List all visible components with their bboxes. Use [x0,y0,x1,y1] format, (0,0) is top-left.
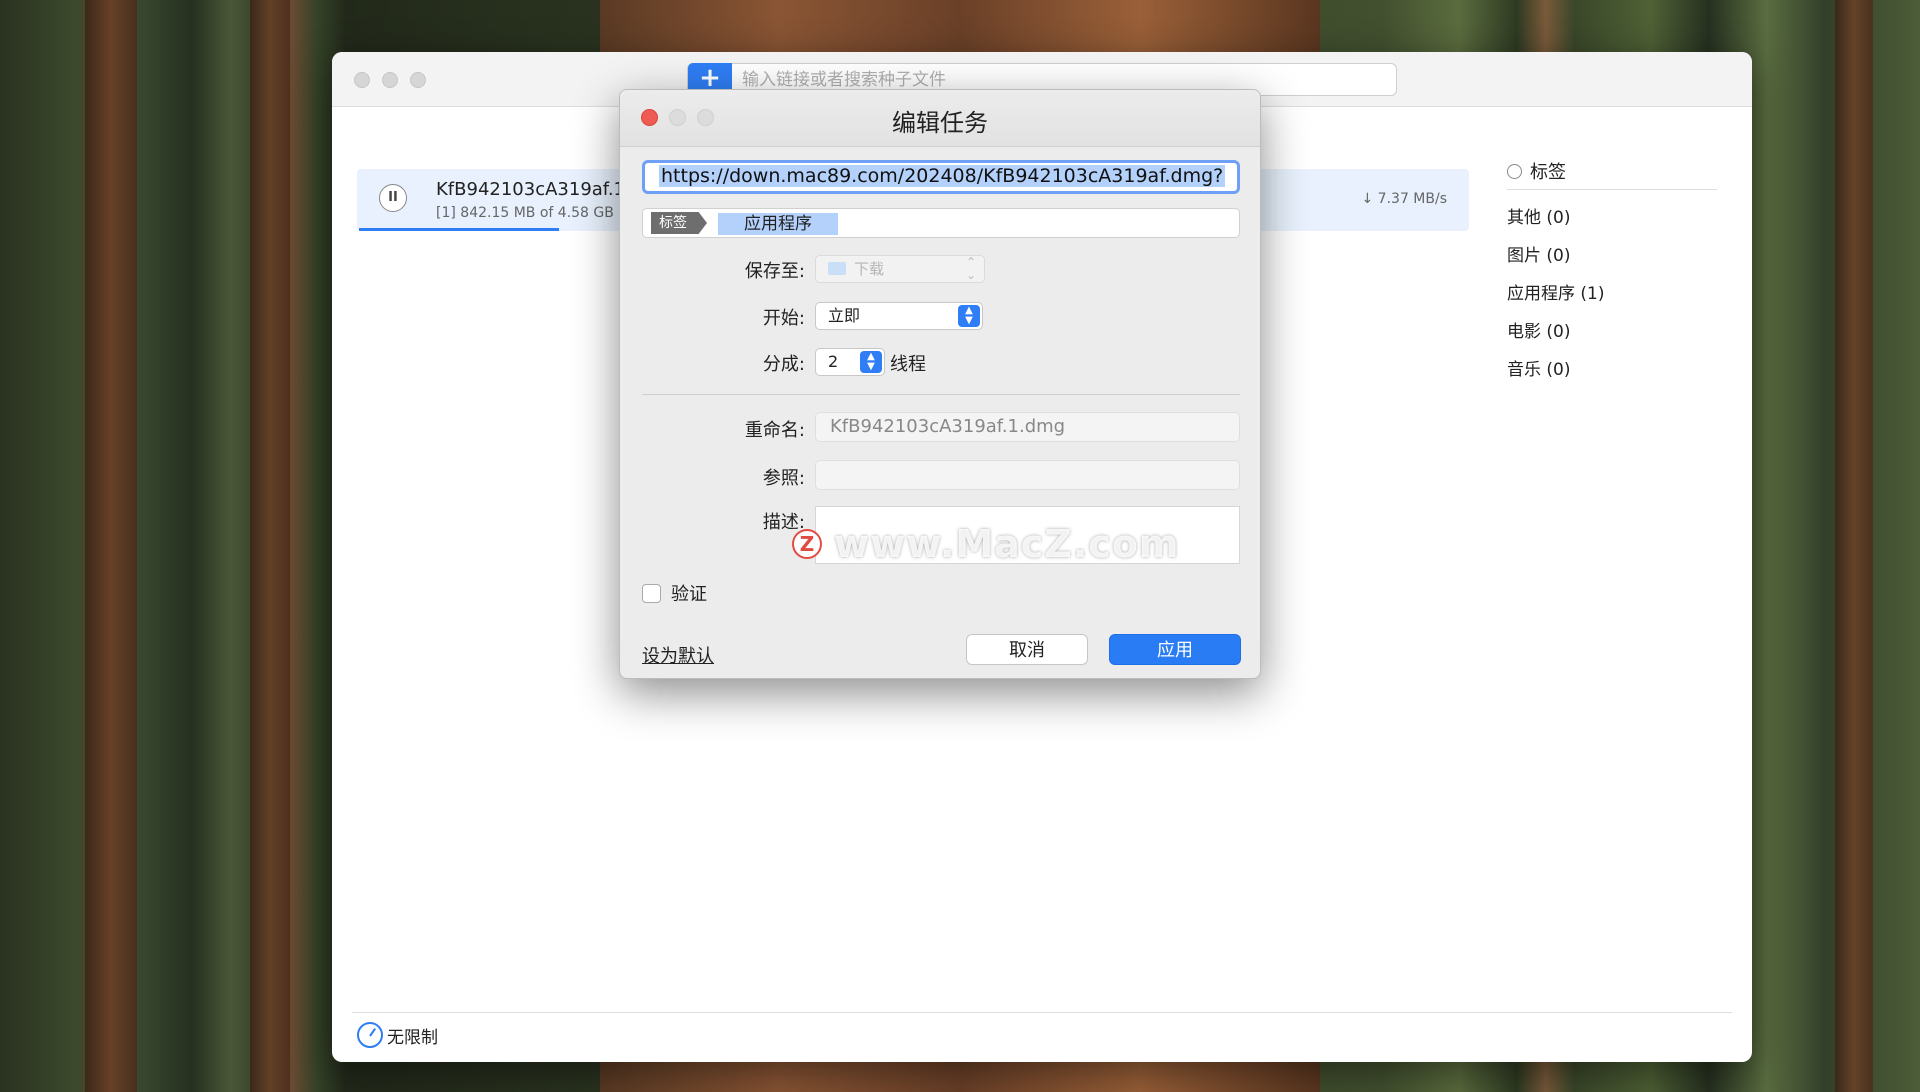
tags-header-label: 标签 [1530,162,1566,183]
save-to-value: 下载 [854,260,885,278]
tags-header[interactable]: 标签 [1507,158,1717,190]
edit-task-dialog: 编辑任务 https://down.mac89.com/202408/KfB94… [619,89,1261,679]
tag-item-applications[interactable]: 应用程序 (1) [1507,279,1717,304]
watermark-logo-icon: Z [792,529,822,559]
save-to-label: 保存至: [744,261,805,282]
watermark-text: www.MacZ.com [834,522,1180,566]
tag-token[interactable]: 应用程序 [718,213,838,235]
apply-button[interactable]: 应用 [1109,634,1241,665]
reference-input[interactable] [815,460,1240,490]
background-tree [1835,0,1873,1092]
background-tree [85,0,137,1092]
tag-item-movies[interactable]: 电影 (0) [1507,317,1717,342]
description-label: 描述: [762,512,805,533]
set-default-link[interactable]: 设为默认 [642,642,714,668]
start-select[interactable]: 立即 ▲ ▼ [815,302,983,330]
cancel-button[interactable]: 取消 [966,634,1088,665]
thread-suffix: 线程 [890,354,926,375]
tag-item-other[interactable]: 其他 (0) [1507,203,1717,228]
background-trunk [600,1060,1320,1092]
window-close-button[interactable] [354,72,370,88]
pause-button[interactable]: II [379,184,407,212]
url-text: https://down.mac89.com/202408/KfB942103c… [659,165,1226,187]
start-label: 开始: [762,308,805,329]
rename-label: 重命名: [744,420,805,441]
window-zoom-button[interactable] [410,72,426,88]
verify-row[interactable]: 验证 [642,580,707,606]
save-to-select: 下载 ⌃ ⌄ [815,255,985,283]
start-value: 立即 [828,306,861,325]
url-input[interactable]: https://down.mac89.com/202408/KfB942103c… [642,160,1240,194]
tag-item-music[interactable]: 音乐 (0) [1507,355,1717,380]
download-progress-bar [359,228,560,231]
dialog-titlebar: 编辑任务 [620,90,1260,147]
select-arrows-icon: ▲ ▼ [958,305,980,327]
tags-radio-icon[interactable] [1507,163,1522,179]
tags-panel: 标签 其他 (0) 图片 (0) 应用程序 (1) 电影 (0) 音乐 (0) [1507,158,1717,380]
folder-icon [828,262,846,275]
rename-input[interactable]: KfB942103cA319af.1.dmg [815,412,1240,442]
stepper-arrows-icon[interactable]: ▲ ▼ [860,351,882,373]
split-label: 分成: [762,354,805,375]
dialog-title: 编辑任务 [892,109,988,137]
download-speed: ↓ 7.37 MB/s [1361,191,1448,207]
download-info: [1] 842.15 MB of 4.58 GB [436,205,614,221]
bottom-divider [352,1012,1732,1013]
background-trunk [600,0,1320,60]
reference-label: 参照: [762,468,805,489]
tag-item-pictures[interactable]: 图片 (0) [1507,241,1717,266]
thread-count-value: 2 [828,352,839,371]
tag-chip-label: 标签 [651,212,707,234]
background-tree [250,0,290,1092]
speed-limit-control[interactable]: 无限制 [357,1022,438,1048]
download-name: KfB942103cA319af.1 [436,179,625,200]
thread-count-stepper[interactable]: 2 ▲ ▼ [815,348,885,376]
speed-limit-label: 无限制 [387,1027,438,1048]
window-minimize-button[interactable] [382,72,398,88]
verify-checkbox[interactable] [642,583,661,603]
speedometer-icon [357,1022,383,1048]
tag-field[interactable]: 标签 应用程序 [642,208,1240,238]
verify-label: 验证 [671,584,707,605]
select-arrows-icon: ⌃ ⌄ [965,255,976,282]
watermark: Z www.MacZ.com [792,522,1180,566]
dialog-divider [642,394,1240,395]
